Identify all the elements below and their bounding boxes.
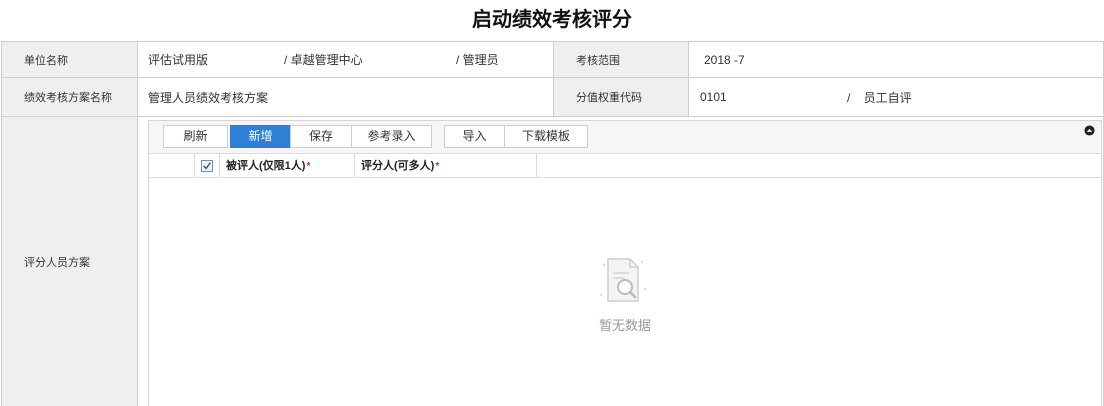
import-button[interactable]: 导入 (444, 125, 505, 148)
check-icon (203, 162, 211, 170)
row-number-column (149, 154, 195, 178)
weight-value: 0101 / 员工自评 (689, 78, 1103, 117)
select-all-column (195, 154, 220, 178)
weight-code: 0101 (700, 90, 727, 104)
unit-label: 单位名称 (2, 42, 138, 78)
page-title: 启动绩效考核评分 (472, 7, 632, 31)
empty-document-icon (600, 258, 647, 302)
scope-label: 考核范围 (554, 42, 689, 78)
grid-header: 被评人(仅限1人)* 评分人(可多人)* (149, 154, 1101, 178)
unit-role: / 管理员 (456, 53, 499, 67)
download-template-button[interactable]: 下载模板 (504, 125, 588, 148)
refresh-button[interactable]: 刷新 (163, 125, 228, 148)
scope-value: 2018 -7 (689, 42, 1103, 78)
required-mark: * (306, 161, 311, 172)
empty-text: 暂无数据 (598, 318, 651, 333)
column-appraisee[interactable]: 被评人(仅限1人)* (220, 154, 355, 178)
empty-state: 暂无数据 (149, 179, 1101, 406)
unit-name: 评估试用版 (148, 53, 209, 67)
weight-type: / 员工自评 (847, 90, 912, 105)
scorer-grid: 刷新 新增 保存 参考录入 导入 下载模板 被评人(仅限1人)* 评分人(可多人… (148, 120, 1102, 406)
collapse-icon[interactable] (1084, 125, 1095, 136)
unit-value: 评估试用版 / 卓越管理中心 / 管理员 (138, 42, 554, 78)
unit-center: / 卓越管理中心 (284, 53, 363, 67)
select-all-checkbox[interactable] (201, 160, 213, 172)
plan-value: 管理人员绩效考核方案 (138, 78, 554, 117)
save-button[interactable]: 保存 (290, 125, 352, 148)
add-button[interactable]: 新增 (230, 125, 291, 148)
scorer-plan-label: 评分人员方案 (2, 117, 138, 406)
weight-label: 分值权重代码 (554, 78, 689, 117)
column-scorer-label: 评分人(可多人) (361, 160, 435, 172)
grid-toolbar: 刷新 新增 保存 参考录入 导入 下载模板 (149, 121, 1101, 154)
required-mark: * (435, 161, 440, 172)
reference-entry-button[interactable]: 参考录入 (351, 125, 432, 148)
column-appraisee-label: 被评人(仅限1人) (226, 160, 306, 172)
column-scorer[interactable]: 评分人(可多人)* (355, 154, 537, 178)
plan-label: 绩效考核方案名称 (2, 78, 138, 117)
